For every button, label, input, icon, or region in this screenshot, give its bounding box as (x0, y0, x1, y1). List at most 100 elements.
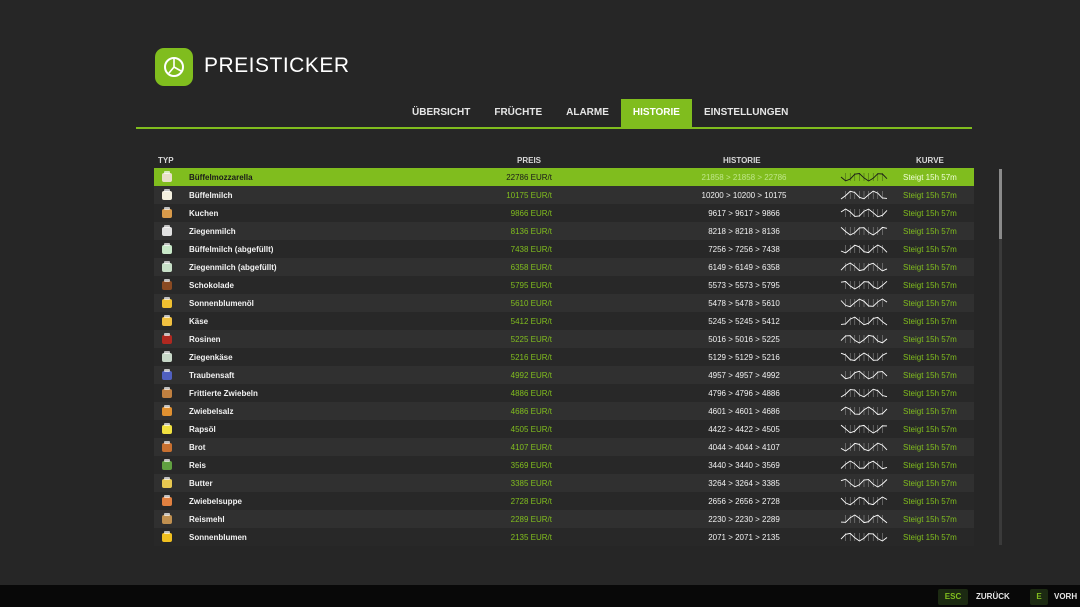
table-row[interactable]: Kuchen 9866 EUR/t 9617 > 9617 > 9866 Steigt… (154, 204, 974, 222)
page-title: PREISTICKER (204, 54, 350, 77)
row-trend: Steigt 15h 57m (903, 263, 957, 272)
row-price: 3385 EUR/t (510, 479, 552, 488)
table-row[interactable]: Frittierte Zwiebeln 4886 EUR/t 4796 > 4796… (154, 384, 974, 402)
column-header-curve: KURVE (916, 156, 944, 165)
table-row[interactable]: Sonnenblumen 2135 EUR/t 2071 > 2071 > 2135… (154, 528, 974, 546)
butter-icon (162, 477, 172, 488)
row-history: 5016 > 5016 > 5225 (708, 335, 780, 344)
chart-icon (164, 57, 184, 77)
row-price: 8136 EUR/t (510, 227, 552, 236)
tab-overview[interactable]: ÜBERSICHT (400, 99, 482, 127)
table-row[interactable]: Butter 3385 EUR/t 3264 > 3264 > 3385 Steigt… (154, 474, 974, 492)
table-row[interactable]: Reis 3569 EUR/t 3440 > 3440 > 3569 Steigt 1… (154, 456, 974, 474)
tab-alarms[interactable]: ALARME (554, 99, 621, 127)
table-row[interactable]: Sonnenblumenöl 5610 EUR/t 5478 > 5478 > 56… (154, 294, 974, 312)
price-curve (840, 532, 888, 542)
price-curve (840, 316, 888, 326)
row-price: 9866 EUR/t (510, 209, 552, 218)
table-row[interactable]: Ziegenmilch 8136 EUR/t 8218 > 8218 > 8136 S… (154, 222, 974, 240)
e-key-badge[interactable]: E (1030, 589, 1048, 605)
row-history: 4957 > 4957 > 4992 (708, 371, 780, 380)
grape-juice-icon (162, 369, 172, 380)
row-price: 6358 EUR/t (510, 263, 552, 272)
table-row[interactable]: Zwiebelsalz 4686 EUR/t 4601 > 4601 > 4686 S… (154, 402, 974, 420)
row-trend: Steigt 15h 57m (903, 191, 957, 200)
table-row[interactable]: Ziegenkäse 5216 EUR/t 5129 > 5129 > 5216 St… (154, 348, 974, 366)
table-row[interactable]: Rosinen 5225 EUR/t 5016 > 5016 > 5225 Steig… (154, 330, 974, 348)
price-curve (840, 388, 888, 398)
row-name: Traubensaft (189, 371, 235, 380)
row-trend: Steigt 15h 57m (903, 245, 957, 254)
scrollbar[interactable] (999, 169, 1002, 545)
row-history: 6149 > 6149 > 6358 (708, 263, 780, 272)
price-table: Büffelmozzarella 22786 EUR/t 21858 > 21858… (154, 168, 974, 546)
row-name: Zwiebelsuppe (189, 497, 242, 506)
row-price: 3569 EUR/t (510, 461, 552, 470)
row-price: 5225 EUR/t (510, 335, 552, 344)
tab-settings[interactable]: EINSTELLUNGEN (692, 99, 800, 127)
back-label[interactable]: ZURÜCK (976, 592, 1010, 601)
row-name: Butter (189, 479, 213, 488)
footer-bar (0, 585, 1080, 607)
row-price: 5610 EUR/t (510, 299, 552, 308)
price-curve (840, 352, 888, 361)
goat-milk-icon (162, 225, 172, 236)
row-price: 4686 EUR/t (510, 407, 552, 416)
bottled-buffalo-milk-icon (162, 243, 172, 254)
rice-icon (162, 459, 172, 470)
row-price: 2289 EUR/t (510, 515, 552, 524)
column-header-price: PREIS (517, 156, 542, 165)
next-label[interactable]: VORH (1054, 592, 1077, 601)
bottled-goat-milk-icon (162, 261, 172, 272)
row-name: Reismehl (189, 515, 225, 524)
price-curve (840, 334, 888, 344)
sunflower-icon (162, 531, 172, 542)
esc-key-badge[interactable]: ESC (938, 589, 968, 605)
row-trend: Steigt 15h 57m (903, 335, 957, 344)
rice-flour-icon (162, 513, 172, 524)
row-price: 5412 EUR/t (510, 317, 552, 326)
tab-history[interactable]: HISTORIE (620, 99, 692, 127)
row-history: 4796 > 4796 > 4886 (708, 389, 780, 398)
scrollbar-thumb[interactable] (999, 169, 1002, 239)
row-name: Büffelmozzarella (189, 173, 253, 182)
bread-icon (162, 441, 172, 452)
row-history: 2230 > 2230 > 2289 (708, 515, 780, 524)
row-history: 3264 > 3264 > 3385 (708, 479, 780, 488)
row-history: 10200 > 10200 > 10175 (701, 191, 787, 200)
row-price: 2135 EUR/t (510, 533, 552, 542)
price-curve (840, 424, 888, 434)
table-row[interactable]: Ziegenmilch (abgefüllt) 6358 EUR/t 6149 > … (154, 258, 974, 276)
row-history: 8218 > 8218 > 8136 (708, 227, 780, 236)
row-history: 5245 > 5245 > 5412 (708, 317, 780, 326)
table-row[interactable]: Büffelmilch (abgefüllt) 7438 EUR/t 7256 > … (154, 240, 974, 258)
row-history: 5573 > 5573 > 5795 (708, 281, 780, 290)
table-row[interactable]: Büffelmozzarella 22786 EUR/t 21858 > 21858… (154, 168, 974, 186)
table-row[interactable]: Käse 5412 EUR/t 5245 > 5245 > 5412 Steigt 1… (154, 312, 974, 330)
row-name: Ziegenmilch (189, 227, 236, 236)
row-trend: Steigt 15h 57m (903, 533, 957, 542)
table-row[interactable]: Schokolade 5795 EUR/t 5573 > 5573 > 5795 St… (154, 276, 974, 294)
row-name: Kuchen (189, 209, 219, 218)
row-price: 10175 EUR/t (506, 191, 552, 200)
price-curve (840, 208, 888, 218)
table-row[interactable]: Reismehl 2289 EUR/t 2230 > 2230 > 2289 Stei… (154, 510, 974, 528)
row-name: Brot (189, 443, 206, 452)
price-curve (840, 280, 888, 290)
table-row[interactable]: Traubensaft 4992 EUR/t 4957 > 4957 > 4992 S… (154, 366, 974, 384)
column-header-history: HISTORIE (723, 156, 761, 165)
tab-fruits[interactable]: FRÜCHTE (482, 99, 554, 127)
row-history: 3440 > 3440 > 3569 (708, 461, 780, 470)
row-name: Frittierte Zwiebeln (189, 389, 258, 398)
table-row[interactable]: Brot 4107 EUR/t 4044 > 4044 > 4107 Steigt 1… (154, 438, 974, 456)
row-name: Büffelmilch (abgefüllt) (189, 245, 274, 254)
cake-icon (162, 207, 172, 218)
app-logo (155, 48, 193, 86)
table-row[interactable]: Büffelmilch 10175 EUR/t 10200 > 10200 > 10… (154, 186, 974, 204)
tab-divider (136, 127, 972, 129)
row-price: 2728 EUR/t (510, 497, 552, 506)
table-row[interactable]: Zwiebelsuppe 2728 EUR/t 2656 > 2656 > 2728… (154, 492, 974, 510)
row-name: Sonnenblumen (189, 533, 247, 542)
row-trend: Steigt 15h 57m (903, 173, 957, 182)
table-row[interactable]: Rapsöl 4505 EUR/t 4422 > 4422 > 4505 Steigt… (154, 420, 974, 438)
